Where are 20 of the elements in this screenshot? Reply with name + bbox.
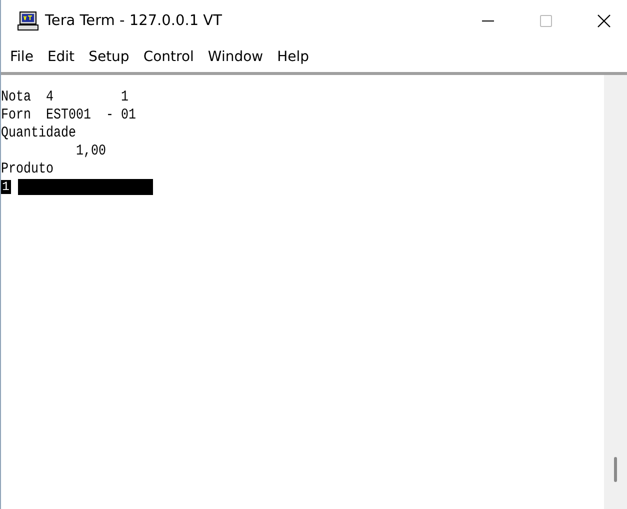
menu-item[interactable]: Window: [200, 49, 270, 65]
menu-item[interactable]: Control: [136, 49, 201, 65]
window-title: Tera Term - 127.0.0.1 VT: [45, 13, 222, 29]
menu-item[interactable]: Setup: [82, 49, 136, 65]
input-field[interactable]: [18, 179, 153, 195]
terminal-cursor: 1: [1, 180, 11, 194]
terminal-icon: [17, 11, 39, 31]
close-icon: [597, 14, 611, 28]
maximize-icon: [540, 15, 552, 27]
terminal-line: Produto: [1, 160, 55, 180]
menu-item[interactable]: Edit: [40, 49, 82, 65]
terminal-line: Quantidade: [1, 124, 78, 144]
terminal-line: 1,00: [75, 142, 108, 162]
scrollbar[interactable]: [604, 75, 627, 509]
menu-item[interactable]: File: [3, 49, 40, 65]
menu-item[interactable]: Help: [270, 49, 316, 65]
terminal-line: Nota 4 1: [1, 88, 130, 108]
terminal-line: Forn EST001 - 01: [1, 106, 138, 126]
minimize-icon: [482, 20, 494, 22]
scrollbar-thumb[interactable]: [614, 457, 617, 482]
